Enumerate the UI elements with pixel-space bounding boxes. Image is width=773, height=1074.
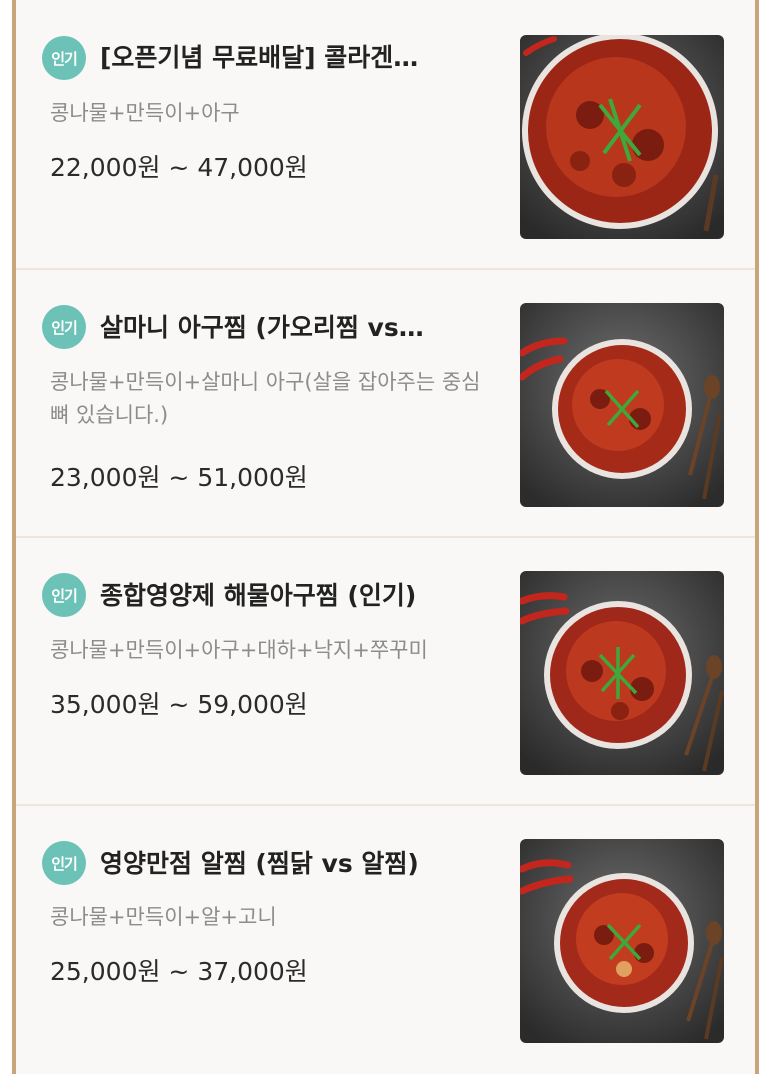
left-border	[0, 0, 16, 1074]
menu-item-price: 22,000원 ~ 47,000원	[50, 153, 308, 182]
dish-image[interactable]	[520, 35, 724, 239]
braised-monkfish-dish-image	[520, 303, 724, 507]
menu-item-price: 23,000원 ~ 51,000원	[50, 463, 308, 492]
menu-item-description: 콩나물+만득이+알+고니	[50, 905, 277, 929]
popular-badge: 인기	[42, 36, 86, 80]
menu-item-description: 콩나물+만득이+아구+대하+낙지+쭈꾸미	[50, 638, 428, 662]
app-frame: 인기 [오픈기념 무료배달] 콜라겐… 콩나물+만득이+아구 22,000원 ~…	[0, 0, 773, 1074]
menu-item-description: 콩나물+만득이+살마니 아구(살을 잡아주는 중심 뼈 있습니다.)	[50, 370, 481, 427]
popular-badge: 인기	[42, 573, 86, 617]
menu-item[interactable]: 인기 살마니 아구찜 (가오리찜 vs… 콩나물+만득이+살마니 아구(살을 잡…	[16, 270, 755, 538]
menu-item-title: 종합영양제 해물아구찜 (인기)	[100, 581, 417, 610]
menu-item[interactable]: 인기 [오픈기념 무료배달] 콜라겐… 콩나물+만득이+아구 22,000원 ~…	[16, 0, 755, 270]
menu-list: 인기 [오픈기념 무료배달] 콜라겐… 콩나물+만득이+아구 22,000원 ~…	[16, 0, 755, 1074]
menu-item-price: 25,000원 ~ 37,000원	[50, 957, 308, 986]
dish-image[interactable]	[520, 303, 724, 507]
braised-monkfish-dish-image	[520, 35, 724, 239]
menu-item[interactable]: 인기 영양만점 알찜 (찜닭 vs 알찜) 콩나물+만득이+알+고니 25,00…	[16, 806, 755, 1074]
popular-badge: 인기	[42, 305, 86, 349]
popular-badge: 인기	[42, 841, 86, 885]
menu-item-price: 35,000원 ~ 59,000원	[50, 690, 308, 719]
menu-item[interactable]: 인기 종합영양제 해물아구찜 (인기) 콩나물+만득이+아구+대하+낙지+쭈꾸미…	[16, 538, 755, 806]
menu-item-title: [오픈기념 무료배달] 콜라겐…	[100, 43, 419, 72]
braised-seafood-dish-image	[520, 571, 724, 775]
dish-image[interactable]	[520, 571, 724, 775]
dish-image[interactable]	[520, 839, 724, 1043]
menu-item-title: 영양만점 알찜 (찜닭 vs 알찜)	[100, 849, 419, 878]
braised-roe-dish-image	[520, 839, 724, 1043]
right-border	[755, 0, 773, 1074]
menu-item-description: 콩나물+만득이+아구	[50, 101, 240, 125]
menu-item-title: 살마니 아구찜 (가오리찜 vs…	[100, 313, 424, 342]
